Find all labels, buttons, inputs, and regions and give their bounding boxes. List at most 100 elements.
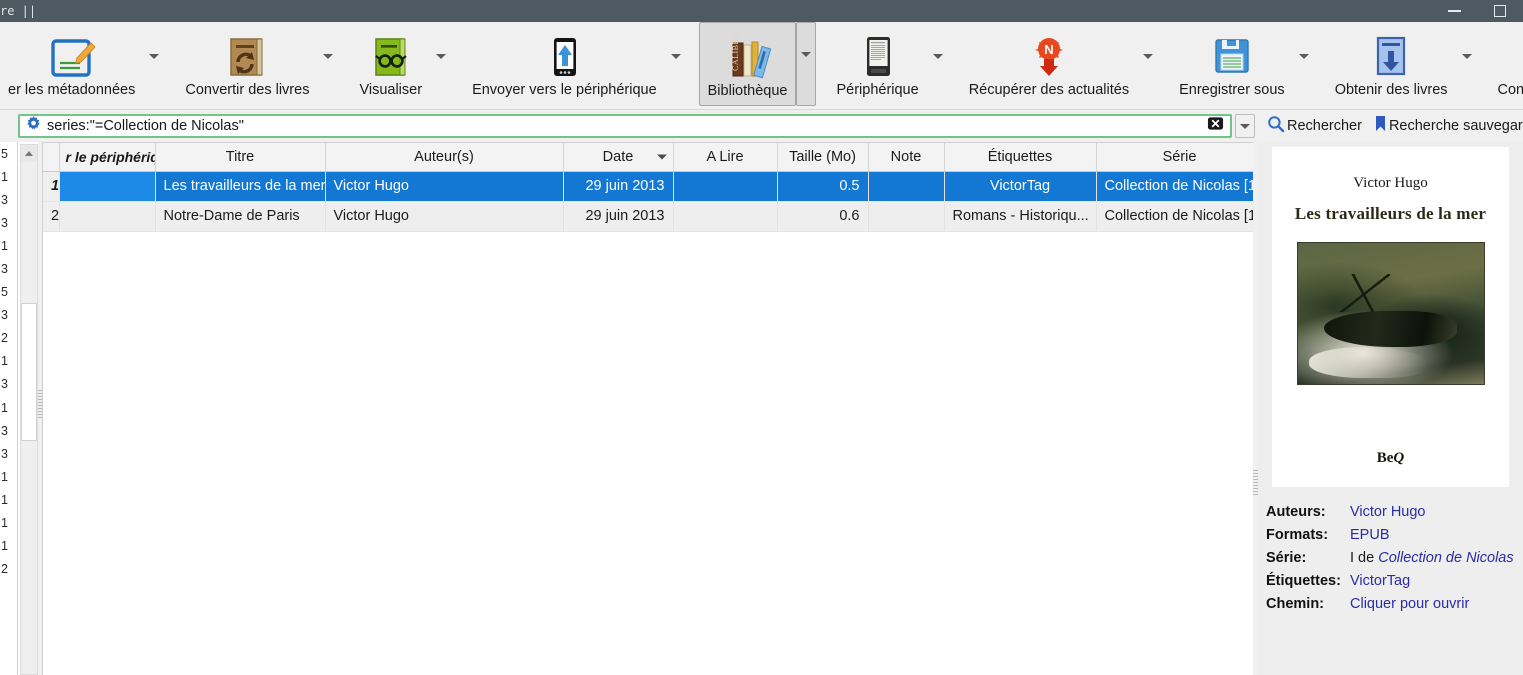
table-row[interactable]: 1 Les travailleurs de la mer Victor Hugo… [43, 171, 1253, 202]
tag-count: 1 [1, 400, 8, 415]
column-header-tags[interactable]: Étiquettes [944, 143, 1097, 172]
column-header-size[interactable]: Taille (Mo) [777, 143, 869, 172]
cell-rating [868, 171, 945, 202]
toolbar-dropdown-device[interactable] [927, 22, 949, 110]
cover-publisher-suffix: Q [1393, 450, 1405, 466]
toolbar-dropdown-library[interactable] [796, 22, 817, 106]
metadata-series-index: I de [1350, 550, 1379, 566]
metadata-key-authors: Auteurs: [1266, 504, 1326, 520]
column-header-ondevice[interactable]: r le périphériq [59, 143, 156, 172]
column-header-series[interactable]: Série [1096, 143, 1253, 172]
metadata-value-authors[interactable]: Victor Hugo [1350, 501, 1426, 524]
toolbar-button-save-to-disk[interactable]: Enregistrer sous [1171, 22, 1293, 110]
convert-books-icon [224, 30, 270, 82]
book-cover[interactable]: Victor Hugo Les travailleurs de la mer B… [1272, 147, 1509, 487]
chevron-down-icon [932, 53, 943, 59]
toolbar-button-device[interactable]: Périphérique [828, 22, 926, 110]
saved-search-button[interactable]: Recherche sauvegar [1374, 115, 1523, 138]
toolbar-button-library[interactable]: CALIBRE Bibliothèque [698, 22, 797, 106]
column-header-title[interactable]: Titre [155, 143, 326, 172]
toolbar-label-fetch-news: Récupérer des actualités [968, 82, 1130, 98]
cell-rating [868, 201, 945, 232]
tag-count: 3 [1, 192, 8, 207]
table-header-row: r le périphériq Titre Auteur(s) Date A L… [43, 143, 1253, 172]
book-list[interactable]: r le périphériq Titre Auteur(s) Date A L… [42, 142, 1253, 675]
toolbar-label-send-to-device: Envoyer vers le périphérique [472, 82, 657, 98]
tag-browser-scrollbar[interactable] [20, 144, 38, 675]
cell-tags: Romans - Historiqu... [944, 201, 1097, 232]
metadata-value-formats[interactable]: EPUB [1350, 524, 1390, 547]
toolbar-button-get-books[interactable]: Obtenir des livres [1327, 22, 1456, 110]
minimize-button[interactable] [1431, 0, 1477, 22]
toolbar-dropdown-save-to-disk[interactable] [1293, 22, 1315, 110]
toolbar-dropdown-edit-metadata[interactable] [143, 22, 165, 110]
search-input-value: series:"=Collection de Nicolas" [47, 118, 244, 134]
chevron-down-icon [1298, 53, 1309, 59]
toolbar-dropdown-view[interactable] [430, 22, 452, 110]
row-number: 1 [43, 171, 60, 202]
column-header-rating[interactable]: Note [868, 143, 945, 172]
toolbar-dropdown-fetch-news[interactable] [1137, 22, 1159, 110]
cell-ondevice [59, 171, 156, 202]
book-list-empty-area[interactable] [43, 231, 1253, 675]
metadata-key-series: Série: [1266, 550, 1307, 566]
calibre-window: re || er les métadonnées Convertir des l… [0, 0, 1523, 675]
metadata-row-series: Série: I de Collection de Nicolas [1266, 547, 1517, 570]
column-header-toread[interactable]: A Lire [673, 143, 778, 172]
toolbar-label-view: Visualiser [359, 82, 423, 98]
metadata-series-name[interactable]: Collection de Nicolas [1378, 550, 1513, 566]
search-button[interactable]: Rechercher [1267, 115, 1362, 138]
fetch-news-icon: N [1026, 30, 1072, 82]
toolbar-group-library: CALIBRE Bibliothèque [698, 22, 817, 110]
column-header-date[interactable]: Date [563, 143, 674, 172]
scrollbar-thumb[interactable] [21, 303, 37, 441]
cover-title: Les travailleurs de la mer [1294, 204, 1487, 223]
toolbar-dropdown-get-books[interactable] [1456, 22, 1478, 110]
search-history-dropdown[interactable] [1235, 114, 1255, 138]
cover-art-foam [1308, 347, 1428, 379]
tag-count: 1 [1, 469, 8, 484]
toolbar-label-edit-metadata: er les métadonnées [8, 82, 136, 98]
tag-browser-collapsed-strip[interactable]: 5 1 3 3 1 3 5 3 2 1 3 1 3 3 1 1 1 1 2 [0, 142, 18, 675]
toolbar-label-get-books: Obtenir des livres [1334, 82, 1448, 98]
view-book-icon [368, 30, 414, 82]
svg-text:N: N [1044, 42, 1053, 57]
scroll-up-button[interactable] [21, 145, 37, 162]
maximize-button[interactable] [1477, 0, 1523, 22]
toolbar-dropdown-convert-books[interactable] [317, 22, 339, 110]
book-metadata-list: Auteurs: Victor Hugo Formats: EPUB Série… [1258, 501, 1523, 616]
cell-toread [673, 171, 778, 202]
search-input[interactable]: series:"=Collection de Nicolas" [18, 114, 1232, 138]
toolbar-button-view[interactable]: Visualiser [351, 22, 430, 110]
clear-icon[interactable] [1207, 115, 1224, 137]
cell-authors: Victor Hugo [325, 201, 564, 232]
metadata-value-path[interactable]: Cliquer pour ouvrir [1350, 593, 1469, 616]
search-bar-row: series:"=Collection de Nicolas" Recherch… [0, 110, 1523, 142]
svg-text:CALIBRE: CALIBRE [731, 33, 740, 71]
gear-icon[interactable] [26, 116, 41, 136]
tag-count: 1 [1, 238, 8, 253]
chevron-down-icon [323, 53, 334, 59]
cell-tags: VictorTag [944, 171, 1097, 202]
toolbar-button-connect-share[interactable]: Connecter/partager [1490, 22, 1523, 110]
cover-art-hull [1323, 310, 1458, 348]
metadata-value-series[interactable]: I de Collection de Nicolas [1350, 547, 1514, 570]
column-header-authors[interactable]: Auteur(s) [325, 143, 564, 172]
toolbar-group-save-to-disk: Enregistrer sous [1171, 22, 1315, 110]
toolbar-button-send-to-device[interactable]: Envoyer vers le périphérique [464, 22, 665, 110]
cell-title: Les travailleurs de la mer [155, 171, 326, 202]
toolbar-button-convert-books[interactable]: Convertir des livres [177, 22, 317, 110]
tag-count: 3 [1, 423, 8, 438]
toolbar-dropdown-send-to-device[interactable] [665, 22, 687, 110]
tag-count: 1 [1, 354, 8, 369]
toolbar-label-save-to-disk: Enregistrer sous [1179, 82, 1285, 98]
cell-size: 0.5 [777, 171, 869, 202]
toolbar-button-edit-metadata[interactable]: er les métadonnées [0, 22, 143, 110]
tag-count: 3 [1, 377, 8, 392]
toolbar-button-fetch-news[interactable]: N Récupérer des actualités [961, 22, 1137, 110]
table-row[interactable]: 2 Notre-Dame de Paris Victor Hugo 29 jui… [43, 201, 1253, 232]
toolbar-group-fetch-news: N Récupérer des actualités [961, 22, 1159, 110]
tag-count: 2 [1, 562, 8, 577]
column-header-rownum[interactable] [43, 143, 60, 172]
metadata-value-tags[interactable]: VictorTag [1350, 570, 1410, 593]
